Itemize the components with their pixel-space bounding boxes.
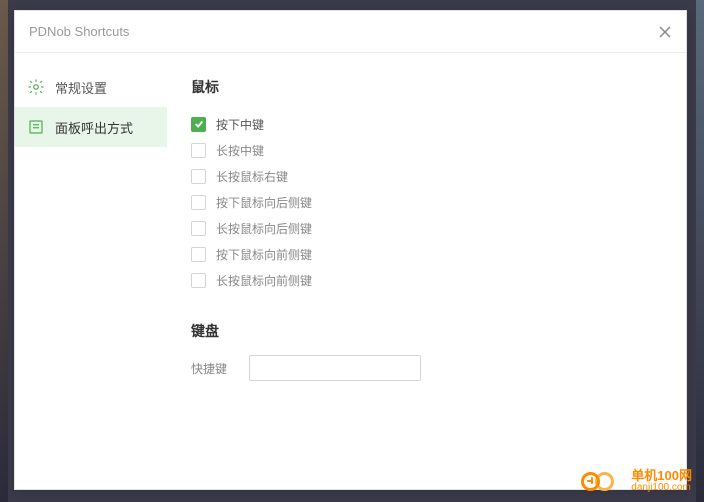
sidebar-item-label: 面板呼出方式 xyxy=(55,118,133,137)
sidebar: 常规设置 面板呼出方式 xyxy=(15,53,167,489)
window-title: PDNob Shortcuts xyxy=(29,24,129,39)
sidebar-item-label: 常规设置 xyxy=(55,78,107,97)
gear-icon xyxy=(27,78,45,96)
mouse-option-row[interactable]: 长按鼠标右键 xyxy=(191,163,662,189)
check-icon xyxy=(194,119,204,129)
watermark: 单机100网 danji100.com xyxy=(581,466,692,496)
checkbox[interactable] xyxy=(191,247,206,262)
section-title-keyboard: 键盘 xyxy=(191,321,662,341)
mouse-options-list: 按下中键长按中键长按鼠标右键按下鼠标向后侧键长按鼠标向后侧键按下鼠标向前侧键长按… xyxy=(191,111,662,293)
window-body: 常规设置 面板呼出方式 鼠标 按下中键长按中键长按鼠标右键按下鼠标向后侧键长按鼠… xyxy=(15,53,686,489)
checkbox[interactable] xyxy=(191,195,206,210)
mouse-option-row[interactable]: 长按中键 xyxy=(191,137,662,163)
mouse-option-label: 长按中键 xyxy=(216,142,264,159)
watermark-url: danji100.com xyxy=(631,483,692,494)
settings-window: PDNob Shortcuts 常规设置 xyxy=(14,10,687,490)
mouse-option-label: 长按鼠标右键 xyxy=(216,168,288,185)
mouse-option-row[interactable]: 长按鼠标向后侧键 xyxy=(191,215,662,241)
close-icon xyxy=(659,26,671,38)
content-area: 鼠标 按下中键长按中键长按鼠标右键按下鼠标向后侧键长按鼠标向后侧键按下鼠标向前侧… xyxy=(167,53,686,489)
titlebar: PDNob Shortcuts xyxy=(15,11,686,53)
watermark-name: 单机100网 xyxy=(631,469,692,483)
mouse-option-label: 按下中键 xyxy=(216,116,264,133)
close-button[interactable] xyxy=(654,21,676,43)
mouse-option-label: 长按鼠标向后侧键 xyxy=(216,220,312,237)
mouse-option-row[interactable]: 按下中键 xyxy=(191,111,662,137)
section-title-mouse: 鼠标 xyxy=(191,77,662,97)
sidebar-item-panel-trigger[interactable]: 面板呼出方式 xyxy=(15,107,167,147)
checkbox[interactable] xyxy=(191,169,206,184)
mouse-option-row[interactable]: 长按鼠标向前侧键 xyxy=(191,267,662,293)
checkbox[interactable] xyxy=(191,143,206,158)
shortcut-input[interactable] xyxy=(249,355,421,381)
panel-icon xyxy=(27,118,45,136)
mouse-option-row[interactable]: 按下鼠标向后侧键 xyxy=(191,189,662,215)
shortcut-label: 快捷键 xyxy=(191,360,227,377)
checkbox[interactable] xyxy=(191,273,206,288)
mouse-option-label: 长按鼠标向前侧键 xyxy=(216,272,312,289)
mouse-option-label: 按下鼠标向前侧键 xyxy=(216,246,312,263)
mouse-option-label: 按下鼠标向后侧键 xyxy=(216,194,312,211)
mouse-option-row[interactable]: 按下鼠标向前侧键 xyxy=(191,241,662,267)
sidebar-item-general[interactable]: 常规设置 xyxy=(15,67,167,107)
checkbox[interactable] xyxy=(191,117,206,132)
watermark-logo-icon xyxy=(581,466,625,496)
checkbox[interactable] xyxy=(191,221,206,236)
shortcut-row: 快捷键 xyxy=(191,355,662,381)
